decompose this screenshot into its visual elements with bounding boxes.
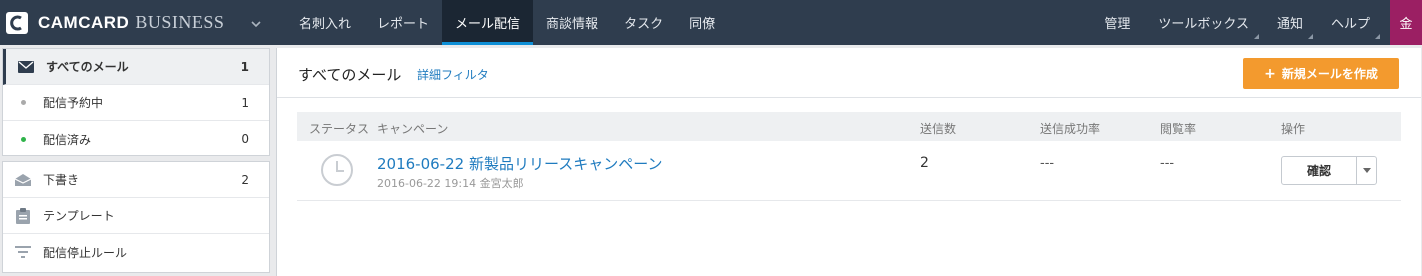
sidebar-mail-group: すべてのメール 1 配信予約中 1 配信済み 0 — [2, 48, 270, 156]
tab-deals[interactable]: 商談情報 — [533, 0, 611, 45]
new-mail-button-label: 新規メールを作成 — [1281, 67, 1378, 81]
nav-toolbox[interactable]: ツールボックス — [1144, 0, 1263, 45]
sent-count: 2 — [920, 155, 929, 171]
green-dot-icon — [3, 136, 43, 142]
sidebar-item-count: 2 — [241, 172, 249, 187]
sidebar-item-unsubscribe-rules[interactable]: 配信停止ルール — [3, 234, 269, 270]
brand-suffix: BUSINESS — [135, 12, 225, 32]
caret-down-icon — [1362, 168, 1371, 173]
main-panel: すべてのメール 詳細フィルタ + 新規メールを作成 ステータス キャンペーン 送… — [276, 48, 1421, 276]
chevron-down-icon[interactable] — [250, 15, 262, 34]
brand-name: CAMCARD — [38, 12, 130, 32]
dropdown-corner-icon — [1253, 34, 1259, 39]
sidebar-item-sent[interactable]: 配信済み 0 — [3, 121, 269, 157]
tab-tasks[interactable]: タスク — [611, 0, 676, 45]
confirm-button[interactable]: 確認 — [1282, 157, 1357, 184]
top-navigation-bar: CAMCARD BUSINESS 名刺入れ レポート メール配信 商談情報 タス… — [0, 0, 1422, 45]
tab-reports[interactable]: レポート — [364, 0, 442, 45]
dropdown-corner-icon — [1307, 34, 1313, 39]
avatar[interactable]: 金 — [1390, 0, 1422, 45]
sidebar-item-count: 1 — [240, 59, 249, 74]
nav-notifications[interactable]: 通知 — [1263, 0, 1317, 45]
campaign-meta: 2016-06-22 19:14 金宮太郎 — [377, 177, 524, 190]
sidebar-item-drafts[interactable]: 下書き 2 — [3, 162, 269, 198]
nav-help-label: ヘルプ — [1330, 17, 1370, 32]
sidebar-item-label: 配信済み — [43, 132, 92, 147]
nav-notifications-label: 通知 — [1276, 17, 1303, 32]
nav-toolbox-label: ツールボックス — [1158, 17, 1249, 32]
plus-icon: + — [1264, 65, 1276, 82]
campaign-link[interactable]: 2016-06-22 新製品リリースキャンペーン — [377, 153, 662, 174]
table-row: 2016-06-22 新製品リリースキャンペーン 2016-06-22 19:1… — [297, 141, 1401, 201]
open-rate: --- — [1160, 156, 1175, 171]
col-actions: 操作 — [1281, 122, 1306, 136]
main-nav: 名刺入れ レポート メール配信 商談情報 タスク 同僚 — [286, 0, 728, 45]
filter-icon — [3, 246, 43, 258]
right-nav: 管理 ツールボックス 通知 ヘルプ 金 — [1090, 0, 1422, 45]
col-campaign: キャンペーン — [377, 122, 449, 136]
sidebar-item-label: すべてのメール — [46, 60, 129, 74]
clipboard-icon — [3, 207, 43, 224]
col-open-rate: 閲覧率 — [1160, 122, 1197, 136]
sidebar-item-label: 配信予約中 — [43, 96, 104, 110]
tab-cards[interactable]: 名刺入れ — [286, 0, 364, 45]
nav-admin[interactable]: 管理 — [1090, 0, 1144, 45]
action-dropdown-toggle[interactable] — [1357, 157, 1376, 184]
sidebar-item-count: 0 — [241, 132, 249, 146]
gray-dot-icon — [3, 100, 43, 105]
sidebar-item-label: 配信停止ルール — [43, 245, 128, 260]
dropdown-corner-icon — [1375, 34, 1380, 39]
row-action-group: 確認 — [1281, 156, 1377, 185]
sidebar-item-templates[interactable]: テンプレート — [3, 198, 269, 234]
nav-admin-label: 管理 — [1104, 17, 1131, 32]
col-status: ステータス — [309, 122, 370, 136]
main-header: すべてのメール 詳細フィルタ + 新規メールを作成 — [277, 48, 1421, 98]
table-header: ステータス キャンペーン 送信数 送信成功率 閲覧率 操作 — [297, 112, 1401, 141]
page-title: すべてのメール — [298, 66, 402, 84]
tab-email[interactable]: メール配信 — [442, 0, 534, 45]
advanced-filter-link[interactable]: 詳細フィルタ — [417, 66, 489, 83]
new-mail-button[interactable]: + 新規メールを作成 — [1243, 58, 1399, 89]
sidebar-item-label: 下書き — [43, 173, 80, 187]
nav-help[interactable]: ヘルプ — [1317, 0, 1384, 45]
sidebar-item-all-mail[interactable]: すべてのメール 1 — [3, 49, 269, 85]
col-success-rate: 送信成功率 — [1040, 122, 1101, 136]
col-sent: 送信数 — [920, 122, 957, 136]
tab-colleagues[interactable]: 同僚 — [676, 0, 728, 45]
brand-switcher[interactable]: CAMCARD BUSINESS — [0, 0, 276, 45]
sidebar-tools-group: 下書き 2 テンプレート 配信停止ルール — [2, 161, 270, 273]
clock-icon — [320, 153, 354, 191]
camcard-logo-icon — [6, 11, 28, 34]
draft-envelope-icon — [3, 173, 43, 187]
sidebar-item-label: テンプレート — [43, 209, 115, 223]
success-rate: --- — [1040, 156, 1055, 171]
envelope-icon — [6, 60, 46, 73]
sidebar-item-count: 1 — [241, 95, 249, 110]
sidebar-item-scheduled[interactable]: 配信予約中 1 — [3, 85, 269, 121]
